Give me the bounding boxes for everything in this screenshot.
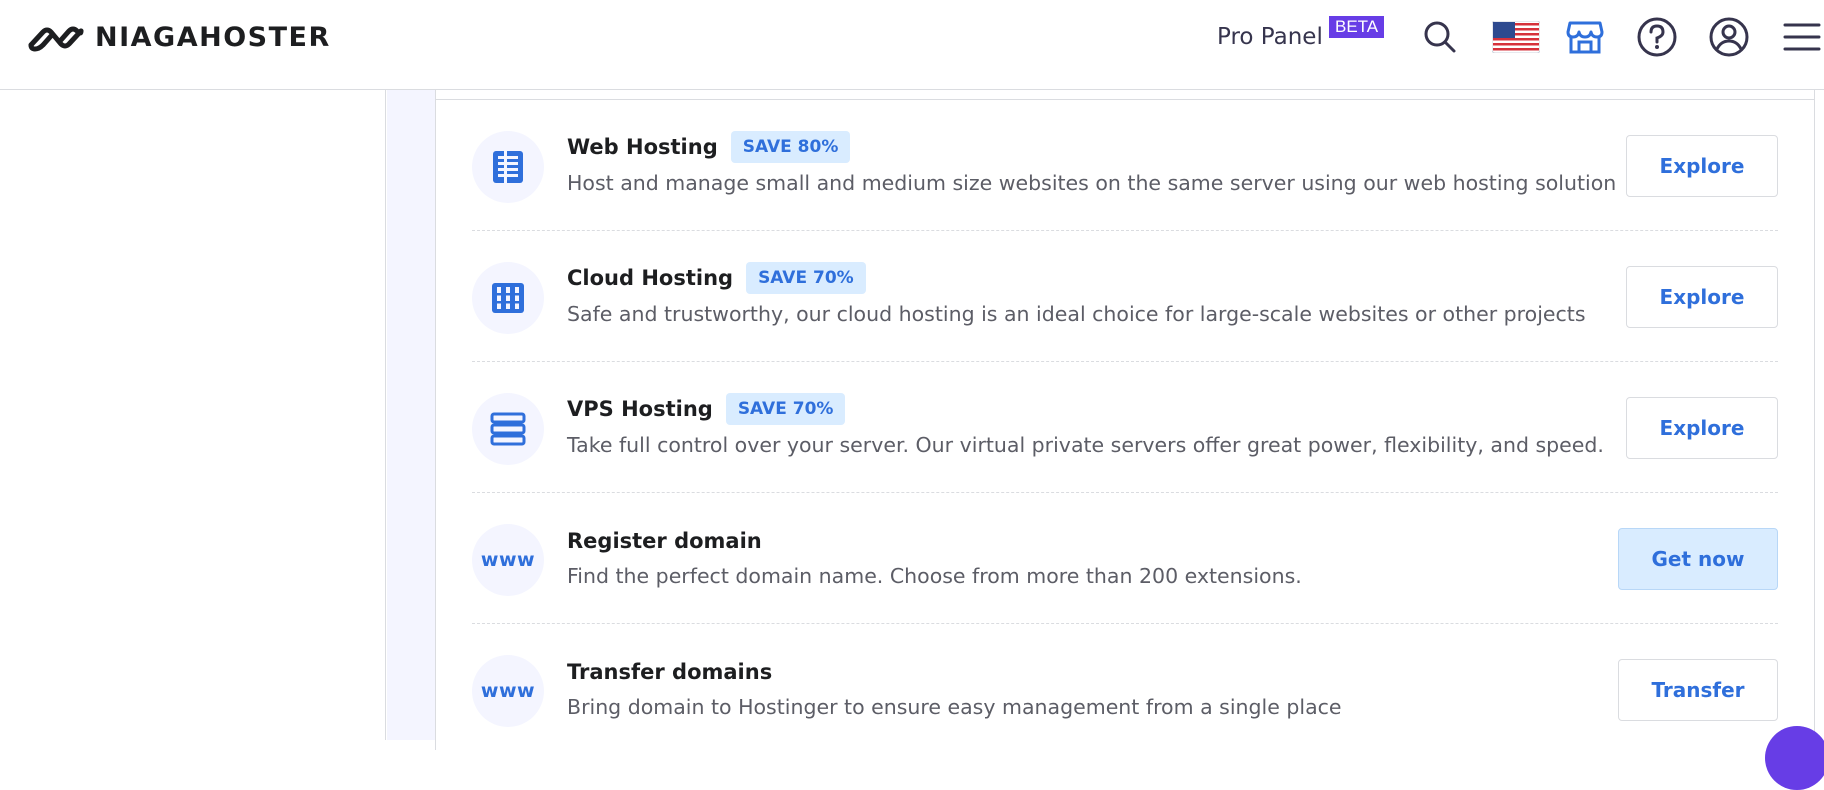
row-divider — [472, 361, 1778, 362]
product-title: VPS Hosting — [567, 397, 713, 421]
get-now-button[interactable]: Get now — [1618, 528, 1778, 590]
product-row-cloud-hosting: Cloud Hosting SAVE 70% Safe and trustwor… — [472, 262, 1778, 393]
explore-cloud-hosting-button[interactable]: Explore — [1626, 266, 1778, 328]
panel-top-border — [435, 99, 1815, 100]
brand-logo[interactable]: NIAGAHOSTER — [27, 22, 331, 53]
pro-panel-link[interactable]: Pro Panel — [1217, 24, 1323, 50]
vps-hosting-icon — [472, 393, 544, 465]
product-description: Find the perfect domain name. Choose fro… — [567, 564, 1302, 588]
product-row-vps-hosting: VPS Hosting SAVE 70% Take full control o… — [472, 393, 1778, 524]
us-flag-icon[interactable] — [1492, 17, 1540, 57]
product-description: Host and manage small and medium size we… — [567, 171, 1617, 195]
web-hosting-icon — [472, 131, 544, 203]
cloud-hosting-icon — [472, 262, 544, 334]
beta-badge: BETA — [1329, 16, 1385, 38]
www-icon-text: www — [480, 549, 536, 571]
explore-web-hosting-button[interactable]: Explore — [1626, 135, 1778, 197]
product-title: Transfer domains — [567, 660, 773, 684]
content-gutter — [387, 90, 435, 740]
account-icon[interactable] — [1709, 17, 1749, 57]
www-icon: www — [472, 655, 544, 727]
product-description: Take full control over your server. Our … — [567, 433, 1604, 457]
left-sidebar — [0, 90, 386, 740]
product-row-web-hosting: Web Hosting SAVE 80% Host and manage sma… — [472, 131, 1778, 262]
help-icon[interactable] — [1637, 17, 1677, 57]
www-icon: www — [472, 524, 544, 596]
search-icon[interactable] — [1420, 17, 1460, 57]
brand-name: NIAGAHOSTER — [95, 22, 331, 53]
save-badge: SAVE 80% — [730, 131, 851, 163]
transfer-button[interactable]: Transfer — [1618, 659, 1778, 721]
product-row-transfer-domains: www Transfer domains Bring domain to Hos… — [472, 655, 1778, 786]
save-badge: SAVE 70% — [746, 262, 866, 294]
product-row-register-domain: www Register domain Find the perfect dom… — [472, 524, 1778, 655]
www-icon-text: www — [480, 680, 536, 702]
menu-icon[interactable] — [1782, 17, 1822, 57]
row-divider — [472, 492, 1778, 493]
chat-launcher-button[interactable] — [1765, 726, 1824, 790]
product-title: Register domain — [567, 529, 762, 553]
save-badge: SAVE 70% — [725, 393, 846, 425]
top-navigation-bar: NIAGAHOSTER Pro Panel BETA — [0, 0, 1824, 90]
product-description: Safe and trustworthy, our cloud hosting … — [567, 302, 1586, 326]
niagahoster-logo-icon — [28, 26, 84, 52]
row-divider — [472, 230, 1778, 231]
product-title: Cloud Hosting — [567, 266, 734, 290]
row-divider — [472, 623, 1778, 624]
store-icon[interactable] — [1565, 17, 1605, 57]
product-title: Web Hosting — [567, 135, 718, 159]
product-description: Bring domain to Hostinger to ensure easy… — [567, 695, 1342, 719]
explore-vps-hosting-button[interactable]: Explore — [1626, 397, 1778, 459]
